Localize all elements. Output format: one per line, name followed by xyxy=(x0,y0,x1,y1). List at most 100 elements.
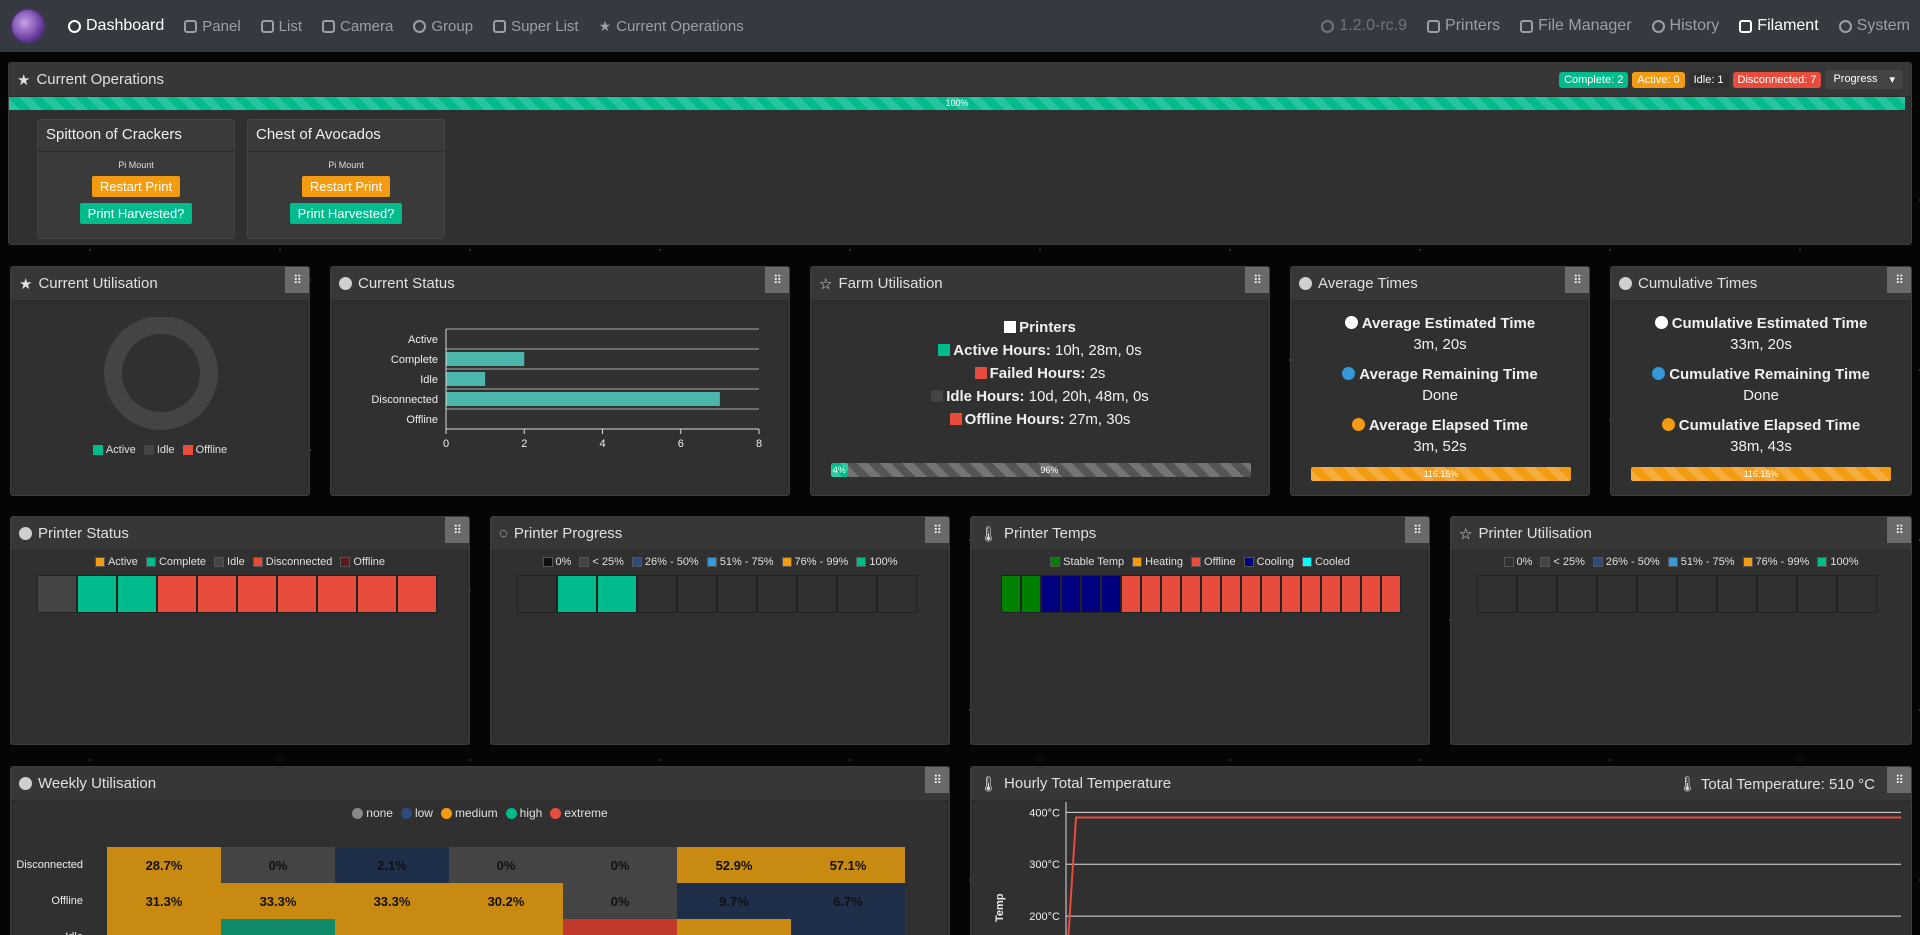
printer-tile[interactable] xyxy=(1477,575,1517,613)
legend-item[interactable]: Complete xyxy=(145,556,206,568)
printer-tile[interactable] xyxy=(317,575,357,613)
printer-tile[interactable] xyxy=(157,575,197,613)
legend-item[interactable]: Cooling xyxy=(1243,556,1294,568)
printer-tile[interactable] xyxy=(1221,575,1241,613)
printer-tile[interactable] xyxy=(1557,575,1597,613)
legend-item[interactable]: Idle xyxy=(214,556,245,568)
legend-item[interactable]: Offline xyxy=(340,556,385,568)
printer-tile[interactable] xyxy=(117,575,157,613)
printer-tile[interactable] xyxy=(1061,575,1081,613)
nav-filament[interactable]: Filament xyxy=(1729,17,1828,35)
legend-item[interactable]: Active xyxy=(94,556,138,568)
legend-item[interactable]: 76% - 99% xyxy=(1742,556,1809,568)
printer-tile[interactable] xyxy=(1181,575,1201,613)
legend-item[interactable]: 0% xyxy=(1503,556,1532,568)
drag-handle-icon[interactable]: ⠿ xyxy=(1245,267,1269,293)
printer-tile[interactable] xyxy=(1677,575,1717,613)
nav-list[interactable]: List xyxy=(251,18,312,35)
legend-item[interactable]: Disconnected xyxy=(252,556,332,568)
printer-tile[interactable] xyxy=(1301,575,1321,613)
legend-item[interactable]: 76% - 99% xyxy=(781,556,848,568)
nav-history[interactable]: History xyxy=(1642,17,1730,35)
printer-tile[interactable] xyxy=(357,575,397,613)
printer-tile[interactable] xyxy=(1597,575,1637,613)
printer-tile[interactable] xyxy=(1837,575,1877,613)
drag-handle-icon[interactable]: ⠿ xyxy=(445,517,469,543)
version-label[interactable]: 1.2.0-rc.9 xyxy=(1311,17,1417,35)
print-harvested-button[interactable]: Print Harvested? xyxy=(79,203,193,224)
drag-handle-icon[interactable]: ⠿ xyxy=(1405,517,1429,543)
octofarm-logo[interactable] xyxy=(10,8,46,44)
restart-print-button[interactable]: Restart Print xyxy=(91,176,181,197)
nav-group[interactable]: Group xyxy=(403,18,483,35)
drag-handle-icon[interactable]: ⠿ xyxy=(765,267,789,293)
printer-tile[interactable] xyxy=(757,575,797,613)
legend-item[interactable]: 26% - 50% xyxy=(1592,556,1660,568)
nav-panel[interactable]: Panel xyxy=(174,18,250,35)
printer-tile[interactable] xyxy=(1281,575,1301,613)
printer-tile[interactable] xyxy=(197,575,237,613)
nav-file-manager[interactable]: File Manager xyxy=(1510,17,1641,35)
printer-tile[interactable] xyxy=(1517,575,1557,613)
drag-handle-icon[interactable]: ⠿ xyxy=(925,517,949,543)
legend-item[interactable]: Cooled xyxy=(1301,556,1350,568)
printer-tile[interactable] xyxy=(1001,575,1021,613)
drag-handle-icon[interactable]: ⠿ xyxy=(1887,517,1911,543)
legend-item[interactable]: 100% xyxy=(1817,556,1858,568)
nav-printers[interactable]: Printers xyxy=(1417,17,1510,35)
printer-tile[interactable] xyxy=(557,575,597,613)
printer-tile[interactable] xyxy=(1757,575,1797,613)
printer-tile[interactable] xyxy=(277,575,317,613)
drag-handle-icon[interactable]: ⠿ xyxy=(285,267,309,293)
printer-tile[interactable] xyxy=(797,575,837,613)
printer-tile[interactable] xyxy=(837,575,877,613)
printer-tile[interactable] xyxy=(37,575,77,613)
nav-system[interactable]: System xyxy=(1829,17,1920,35)
legend-item[interactable]: extreme xyxy=(550,806,608,820)
printer-tile[interactable] xyxy=(1261,575,1281,613)
nav-super-list[interactable]: Super List xyxy=(483,18,589,35)
restart-print-button[interactable]: Restart Print xyxy=(301,176,391,197)
legend-item[interactable]: < 25% xyxy=(1540,556,1585,568)
legend-item[interactable]: 51% - 75% xyxy=(706,556,774,568)
legend-item[interactable]: 0% xyxy=(542,556,571,568)
drag-handle-icon[interactable]: ⠿ xyxy=(1565,267,1589,293)
printer-tile[interactable] xyxy=(1341,575,1361,613)
drag-handle-icon[interactable]: ⠿ xyxy=(1887,267,1911,293)
sort-dropdown[interactable]: Progress ▾ xyxy=(1825,70,1903,89)
printer-tile[interactable] xyxy=(1141,575,1161,613)
printer-tile[interactable] xyxy=(1081,575,1101,613)
nav-current-operations[interactable]: ★ Current Operations xyxy=(589,18,754,35)
drag-handle-icon[interactable]: ⠿ xyxy=(925,767,949,793)
printer-tile[interactable] xyxy=(517,575,557,613)
printer-tile[interactable] xyxy=(1101,575,1121,613)
printer-tile[interactable] xyxy=(1797,575,1837,613)
legend-item[interactable]: Offline xyxy=(1191,556,1236,568)
legend-item[interactable]: 100% xyxy=(856,556,897,568)
printer-tile[interactable] xyxy=(1161,575,1181,613)
printer-tile[interactable] xyxy=(1321,575,1341,613)
printer-tile[interactable] xyxy=(637,575,677,613)
legend-item-active[interactable]: Active xyxy=(92,444,136,456)
legend-item[interactable]: medium xyxy=(440,806,498,820)
printer-tile[interactable] xyxy=(597,575,637,613)
legend-item[interactable]: < 25% xyxy=(579,556,624,568)
legend-item[interactable]: none xyxy=(352,806,393,820)
printer-tile[interactable] xyxy=(1121,575,1141,613)
nav-dashboard[interactable]: Dashboard xyxy=(58,17,174,35)
legend-item[interactable]: high xyxy=(505,806,542,820)
printer-tile[interactable] xyxy=(1361,575,1381,613)
drag-handle-icon[interactable]: ⠿ xyxy=(1887,767,1911,793)
printer-tile[interactable] xyxy=(717,575,757,613)
printer-tile[interactable] xyxy=(1241,575,1261,613)
legend-item[interactable]: low xyxy=(400,806,433,820)
nav-camera[interactable]: Camera xyxy=(312,18,403,35)
legend-item[interactable]: 51% - 75% xyxy=(1667,556,1735,568)
printer-tile[interactable] xyxy=(1041,575,1061,613)
printer-tile[interactable] xyxy=(1381,575,1401,613)
legend-item[interactable]: Heating xyxy=(1132,556,1183,568)
printer-tile[interactable] xyxy=(677,575,717,613)
legend-item-idle[interactable]: Idle xyxy=(143,444,175,456)
printer-tile[interactable] xyxy=(1717,575,1757,613)
printer-tile[interactable] xyxy=(397,575,437,613)
